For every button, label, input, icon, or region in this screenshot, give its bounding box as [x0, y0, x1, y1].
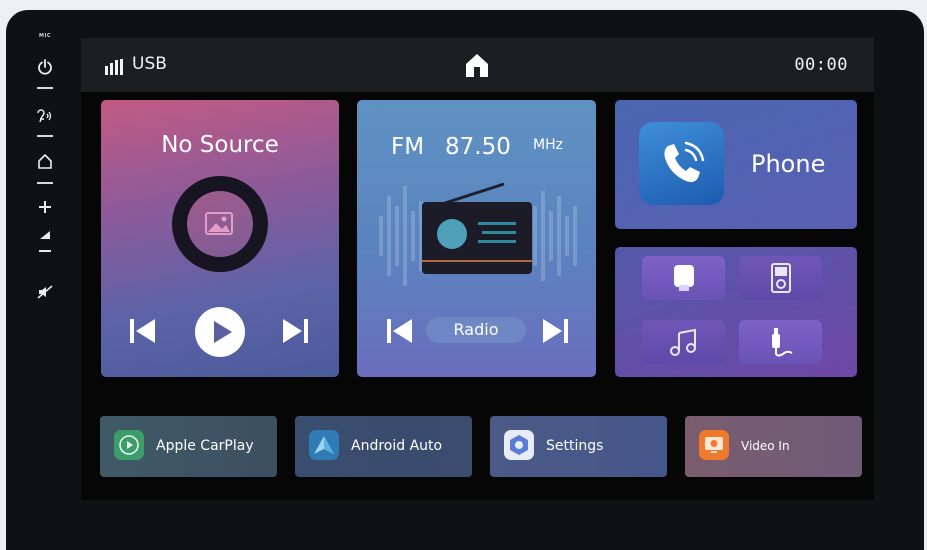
- skip-next-icon: [543, 319, 568, 343]
- music-source-button[interactable]: [642, 320, 725, 364]
- music-prev-button[interactable]: [127, 316, 159, 350]
- sidebar-divider: [37, 87, 53, 89]
- video-in-icon: [699, 430, 729, 460]
- power-icon: [38, 59, 52, 75]
- skip-next-icon: [283, 319, 308, 343]
- volume-wedge-icon: [40, 231, 50, 239]
- home-outline-icon: [38, 154, 52, 169]
- home-icon: [466, 54, 488, 77]
- radio-next-button[interactable]: [539, 316, 571, 350]
- radio-frequency: 87.50: [445, 134, 511, 160]
- play-icon: [195, 307, 245, 357]
- phone-call-icon: [663, 141, 704, 182]
- app-settings[interactable]: Settings: [490, 416, 667, 477]
- sidebar-divider: [37, 182, 53, 184]
- settings-icon: [504, 430, 534, 460]
- phone-label: Phone: [751, 150, 826, 178]
- volume-up-icon: [39, 201, 51, 213]
- volume-level-indicator: [26, 228, 64, 242]
- volume-down-button[interactable]: [26, 244, 64, 258]
- sidebar-divider: [37, 135, 53, 137]
- aux-cable-icon: [771, 328, 793, 357]
- usb-drive-icon: [673, 265, 694, 291]
- ipod-source-button[interactable]: [739, 256, 822, 300]
- app-video-in[interactable]: Video In: [685, 416, 862, 477]
- phone-app-icon: [639, 122, 724, 205]
- app-label: Android Auto: [351, 438, 443, 454]
- app-carplay[interactable]: Apple CarPlay: [100, 416, 277, 477]
- voice-button[interactable]: [26, 106, 64, 124]
- album-art-disc: [172, 176, 268, 272]
- mute-icon: [37, 285, 53, 299]
- app-label: Video In: [741, 439, 790, 453]
- power-button[interactable]: [26, 58, 64, 76]
- app-label: Settings: [546, 438, 604, 454]
- music-next-button[interactable]: [279, 316, 311, 350]
- app-label: Apple CarPlay: [156, 438, 254, 454]
- play-button[interactable]: [195, 307, 245, 361]
- main-screen: USB 00:00 No Source FM 87.50 MHz Radio P…: [81, 38, 874, 500]
- music-note-icon: [669, 328, 696, 356]
- signal-strength-icon: [105, 59, 123, 75]
- status-bar: USB 00:00: [81, 38, 874, 92]
- app-android-auto[interactable]: Android Auto: [295, 416, 472, 477]
- voice-assistant-icon: [37, 109, 52, 123]
- hardware-sidebar: MIC: [26, 32, 64, 332]
- mic-label: MIC: [38, 33, 51, 39]
- radio-icon: [422, 182, 532, 274]
- source-label: USB: [132, 54, 167, 74]
- volume-up-button[interactable]: [26, 198, 64, 216]
- radio-label: Radio: [426, 317, 526, 343]
- radio-prev-button[interactable]: [384, 316, 416, 350]
- android-auto-icon: [309, 430, 339, 460]
- skip-previous-icon: [130, 319, 155, 343]
- radio-band: FM: [391, 134, 425, 160]
- volume-down-icon: [39, 250, 51, 252]
- phone-tile[interactable]: Phone: [615, 100, 857, 229]
- music-title: No Source: [161, 132, 279, 158]
- radio-tile[interactable]: FM 87.50 MHz Radio: [357, 100, 596, 377]
- home-hw-button[interactable]: [26, 152, 64, 170]
- head-unit-bezel: MIC USB 00:00 No Source FM 87.50 MHz Rad…: [6, 10, 924, 550]
- image-placeholder-icon: [205, 212, 233, 235]
- ipod-icon: [770, 263, 791, 293]
- usb-source-button[interactable]: [642, 256, 725, 300]
- radio-unit: MHz: [533, 137, 563, 153]
- aux-source-button[interactable]: [739, 320, 822, 364]
- carplay-icon: [114, 430, 144, 460]
- music-tile[interactable]: No Source: [101, 100, 339, 377]
- mute-button[interactable]: [26, 284, 64, 300]
- clock: 00:00: [794, 55, 848, 75]
- home-button[interactable]: [464, 52, 490, 82]
- skip-previous-icon: [387, 319, 412, 343]
- media-source-tile: [615, 247, 857, 377]
